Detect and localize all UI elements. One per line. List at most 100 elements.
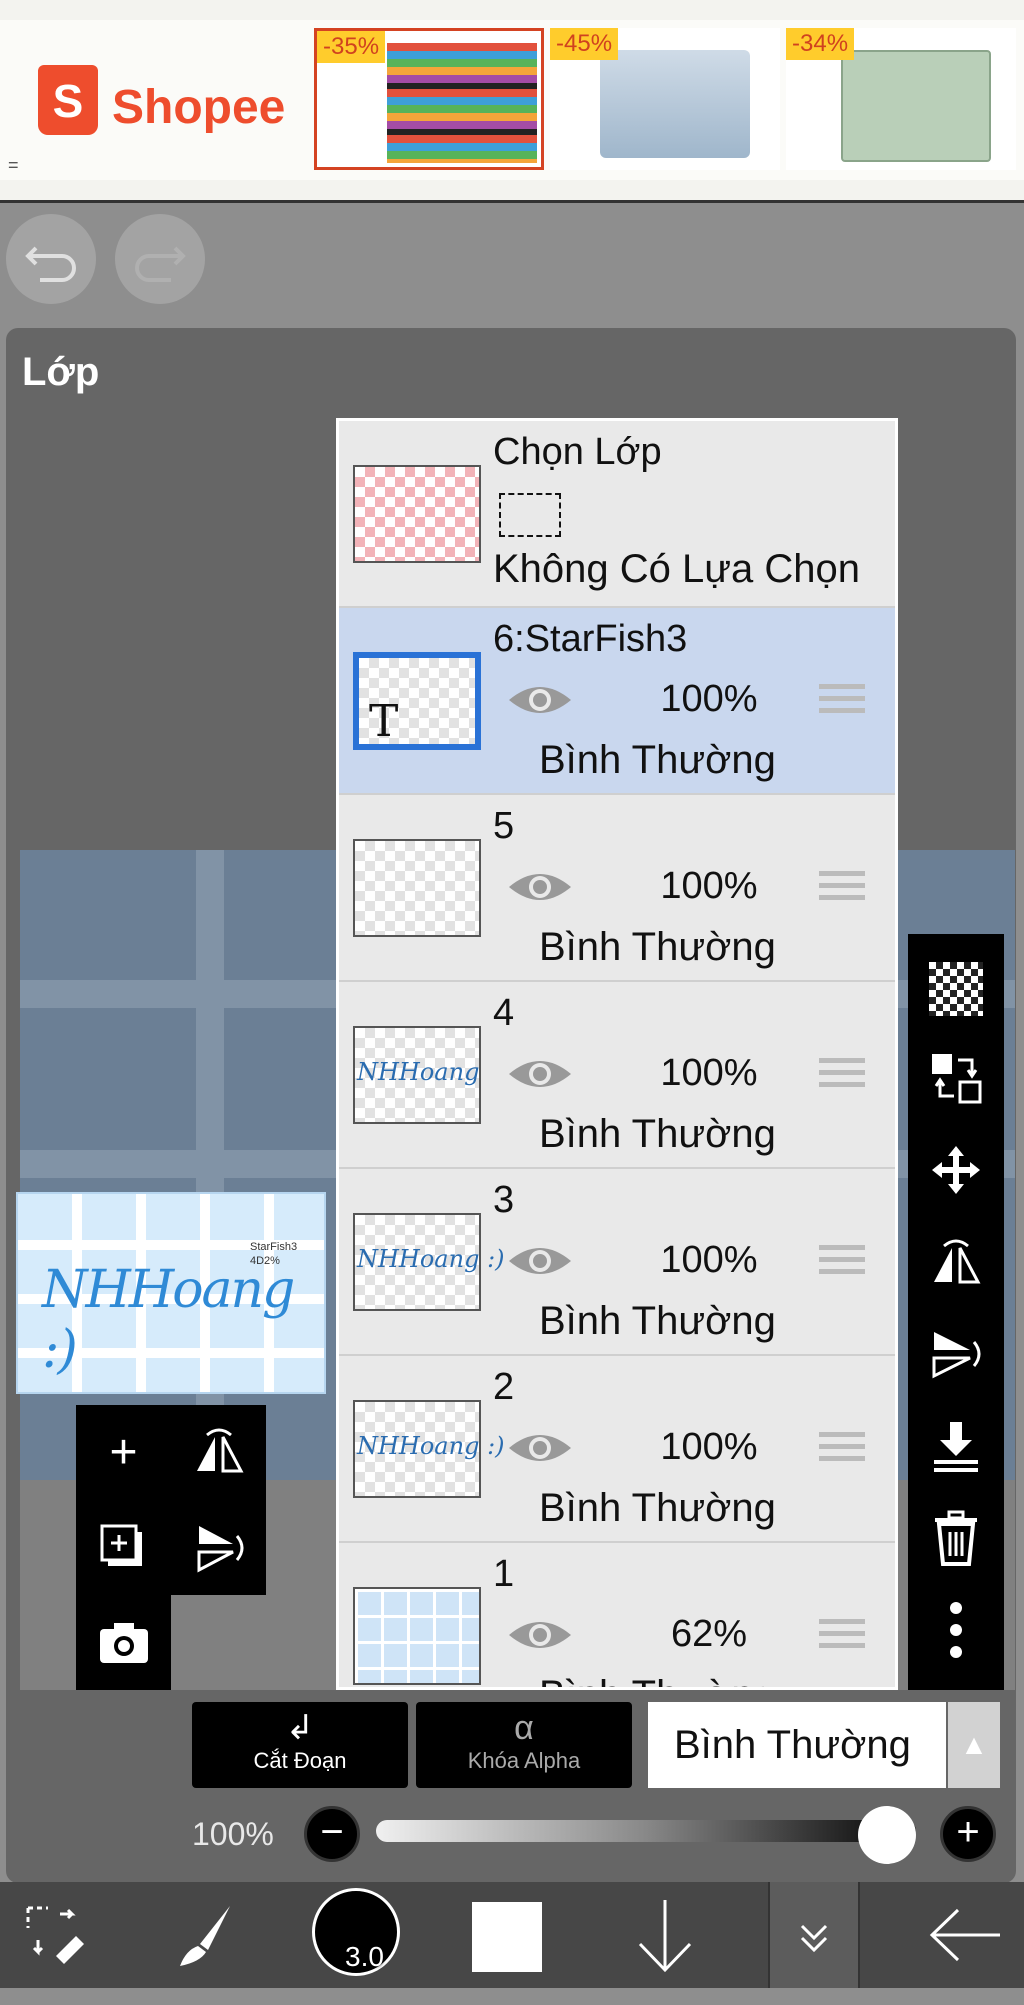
opacity-decrease-button[interactable]: − xyxy=(304,1806,360,1862)
visibility-eye-icon[interactable] xyxy=(507,680,573,720)
undo-icon xyxy=(25,246,76,282)
drag-handle-icon[interactable] xyxy=(819,1058,865,1092)
layer-opacity: 100% xyxy=(660,1426,758,1468)
delete-layer-button[interactable] xyxy=(908,1492,1004,1584)
layer-thumbnail[interactable]: NHHoang xyxy=(353,1026,481,1124)
layer-opacity: 62% xyxy=(670,1613,748,1655)
layer-row[interactable]: 5 100% Bình Thường xyxy=(339,795,895,982)
product-image xyxy=(387,43,537,163)
layer-blend-mode: Bình Thường xyxy=(539,1299,776,1343)
layer-list[interactable]: Chọn Lớp Không Có Lựa Chọn T 6:StarFish3 1… xyxy=(336,418,898,1690)
preview-artwork-text: NHHoang :) xyxy=(42,1260,295,1380)
brush-tool-button[interactable] xyxy=(150,1882,260,1988)
layer-row[interactable]: 1 62% Bình Thường xyxy=(339,1543,895,1687)
shopee-bag-icon: S xyxy=(38,65,98,135)
product-image xyxy=(600,50,750,158)
ad-product-card[interactable]: -34% xyxy=(786,28,1016,170)
alpha-lock-label: Khóa Alpha xyxy=(467,1748,581,1773)
blend-mode-select[interactable]: Bình Thường xyxy=(648,1702,946,1788)
tool-select-button[interactable] xyxy=(0,1882,110,1988)
drag-handle-icon[interactable] xyxy=(819,1619,865,1653)
opacity-slider[interactable] xyxy=(376,1820,916,1842)
merge-down-button[interactable] xyxy=(908,1400,1004,1492)
trash-icon xyxy=(935,1510,977,1566)
flip-vertical-button[interactable] xyxy=(908,1308,1004,1400)
more-options-button[interactable] xyxy=(908,1584,1004,1676)
opacity-slider-handle[interactable] xyxy=(858,1806,916,1864)
merge-down-icon xyxy=(934,1422,978,1472)
selection-thumbnail xyxy=(353,465,481,563)
selection-status: Không Có Lựa Chọn xyxy=(493,547,861,591)
duplicate-layer-button[interactable] xyxy=(76,1500,171,1595)
visibility-eye-icon[interactable] xyxy=(507,867,573,907)
scroll-down-button[interactable] xyxy=(610,1882,720,1988)
ad-product-card[interactable]: -45% xyxy=(550,28,780,170)
camera-button[interactable] xyxy=(76,1595,171,1690)
add-layer-button[interactable]: + xyxy=(76,1405,171,1500)
brush-size-label: 3.0 xyxy=(345,1941,384,1972)
selection-title: Chọn Lớp xyxy=(493,431,662,473)
layer-menu-button[interactable] xyxy=(768,1882,860,1988)
ad-brand: Shopee xyxy=(112,81,286,134)
clipping-label: Cắt Đoạn xyxy=(253,1748,347,1773)
opacity-increase-button[interactable]: + xyxy=(940,1806,996,1862)
ad-menu-icon[interactable]: = xyxy=(8,155,19,176)
layer-thumbnail[interactable]: NHHoang :) xyxy=(353,1400,505,1498)
arrow-down-icon xyxy=(638,1900,692,1973)
brush-size-button[interactable]: 3.0 xyxy=(312,1888,400,1976)
flip-vertical-button[interactable] xyxy=(171,1500,266,1595)
transparency-button[interactable] xyxy=(908,940,1004,1032)
layer-thumbnail[interactable] xyxy=(353,839,481,937)
undo-button[interactable] xyxy=(6,214,96,304)
preview-small-text: StarFish3 4D2% xyxy=(250,1241,298,1267)
ad-product-card[interactable]: -35% xyxy=(314,28,544,170)
merge-layer-button[interactable] xyxy=(908,1032,1004,1124)
back-button[interactable] xyxy=(910,1882,1020,1988)
layer-opacity: 100% xyxy=(660,678,758,720)
visibility-eye-icon[interactable] xyxy=(507,1615,573,1655)
color-swatch[interactable] xyxy=(472,1902,542,1972)
alpha-lock-button[interactable]: α Khóa Alpha xyxy=(416,1702,632,1788)
product-image xyxy=(841,50,991,162)
layer-row[interactable]: NHHoang :) 3 100% Bình Thường xyxy=(339,1169,895,1356)
redo-icon xyxy=(135,246,186,282)
flip-vertical-icon xyxy=(932,1332,981,1379)
layer-blend-mode: Bình Thường xyxy=(539,738,776,782)
chevron-up-icon[interactable]: ▲ xyxy=(948,1702,1000,1788)
checker-icon xyxy=(929,961,983,1016)
thumbnail-artwork-text: NHHoang :) xyxy=(357,1432,505,1460)
clipping-button[interactable]: ↲ Cắt Đoạn xyxy=(192,1702,408,1788)
visibility-eye-icon[interactable] xyxy=(507,1241,573,1281)
drag-handle-icon[interactable] xyxy=(819,1432,865,1466)
brush-icon xyxy=(180,1906,230,1966)
arrow-left-icon xyxy=(929,1908,1000,1962)
layer-tools-right xyxy=(908,934,1004,1690)
move-button[interactable] xyxy=(908,1124,1004,1216)
visibility-eye-icon[interactable] xyxy=(507,1428,573,1468)
selection-layer-row[interactable]: Chọn Lớp Không Có Lựa Chọn xyxy=(339,421,895,608)
layer-name: 6:StarFish3 xyxy=(493,618,688,660)
layer-blend-mode: Bình Thường xyxy=(539,1112,776,1156)
layer-row[interactable]: NHHoang 4 100% Bình Thường xyxy=(339,982,895,1169)
layer-blend-mode: Bình Thường xyxy=(539,1673,776,1687)
drag-handle-icon[interactable] xyxy=(819,871,865,905)
canvas-preview[interactable]: NHHoang :) StarFish3 4D2% xyxy=(16,1192,326,1394)
thumbnail-artwork-text: NHHoang :) xyxy=(357,1245,505,1273)
redo-button[interactable] xyxy=(115,214,205,304)
drag-handle-icon[interactable] xyxy=(819,1245,865,1279)
flip-horizontal-button[interactable] xyxy=(908,1216,1004,1308)
layer-thumbnail[interactable]: NHHoang :) xyxy=(353,1213,505,1311)
layer-row[interactable]: T 6:StarFish3 100% Bình Thường xyxy=(339,608,895,795)
move-icon xyxy=(932,1146,980,1194)
flip-horizontal-button[interactable] xyxy=(171,1405,266,1500)
layer-opacity: 100% xyxy=(660,865,758,907)
discount-badge: -34% xyxy=(786,28,855,60)
visibility-eye-icon[interactable] xyxy=(507,1054,573,1094)
drag-handle-icon[interactable] xyxy=(819,684,865,718)
layer-thumbnail[interactable] xyxy=(353,1587,481,1685)
camera-icon xyxy=(99,1623,148,1663)
layer-name: 4 xyxy=(493,992,515,1034)
layer-thumbnail[interactable]: T xyxy=(353,652,481,750)
swap-layer-icon xyxy=(932,1054,982,1104)
layer-row[interactable]: NHHoang :) 2 100% Bình Thường xyxy=(339,1356,895,1543)
